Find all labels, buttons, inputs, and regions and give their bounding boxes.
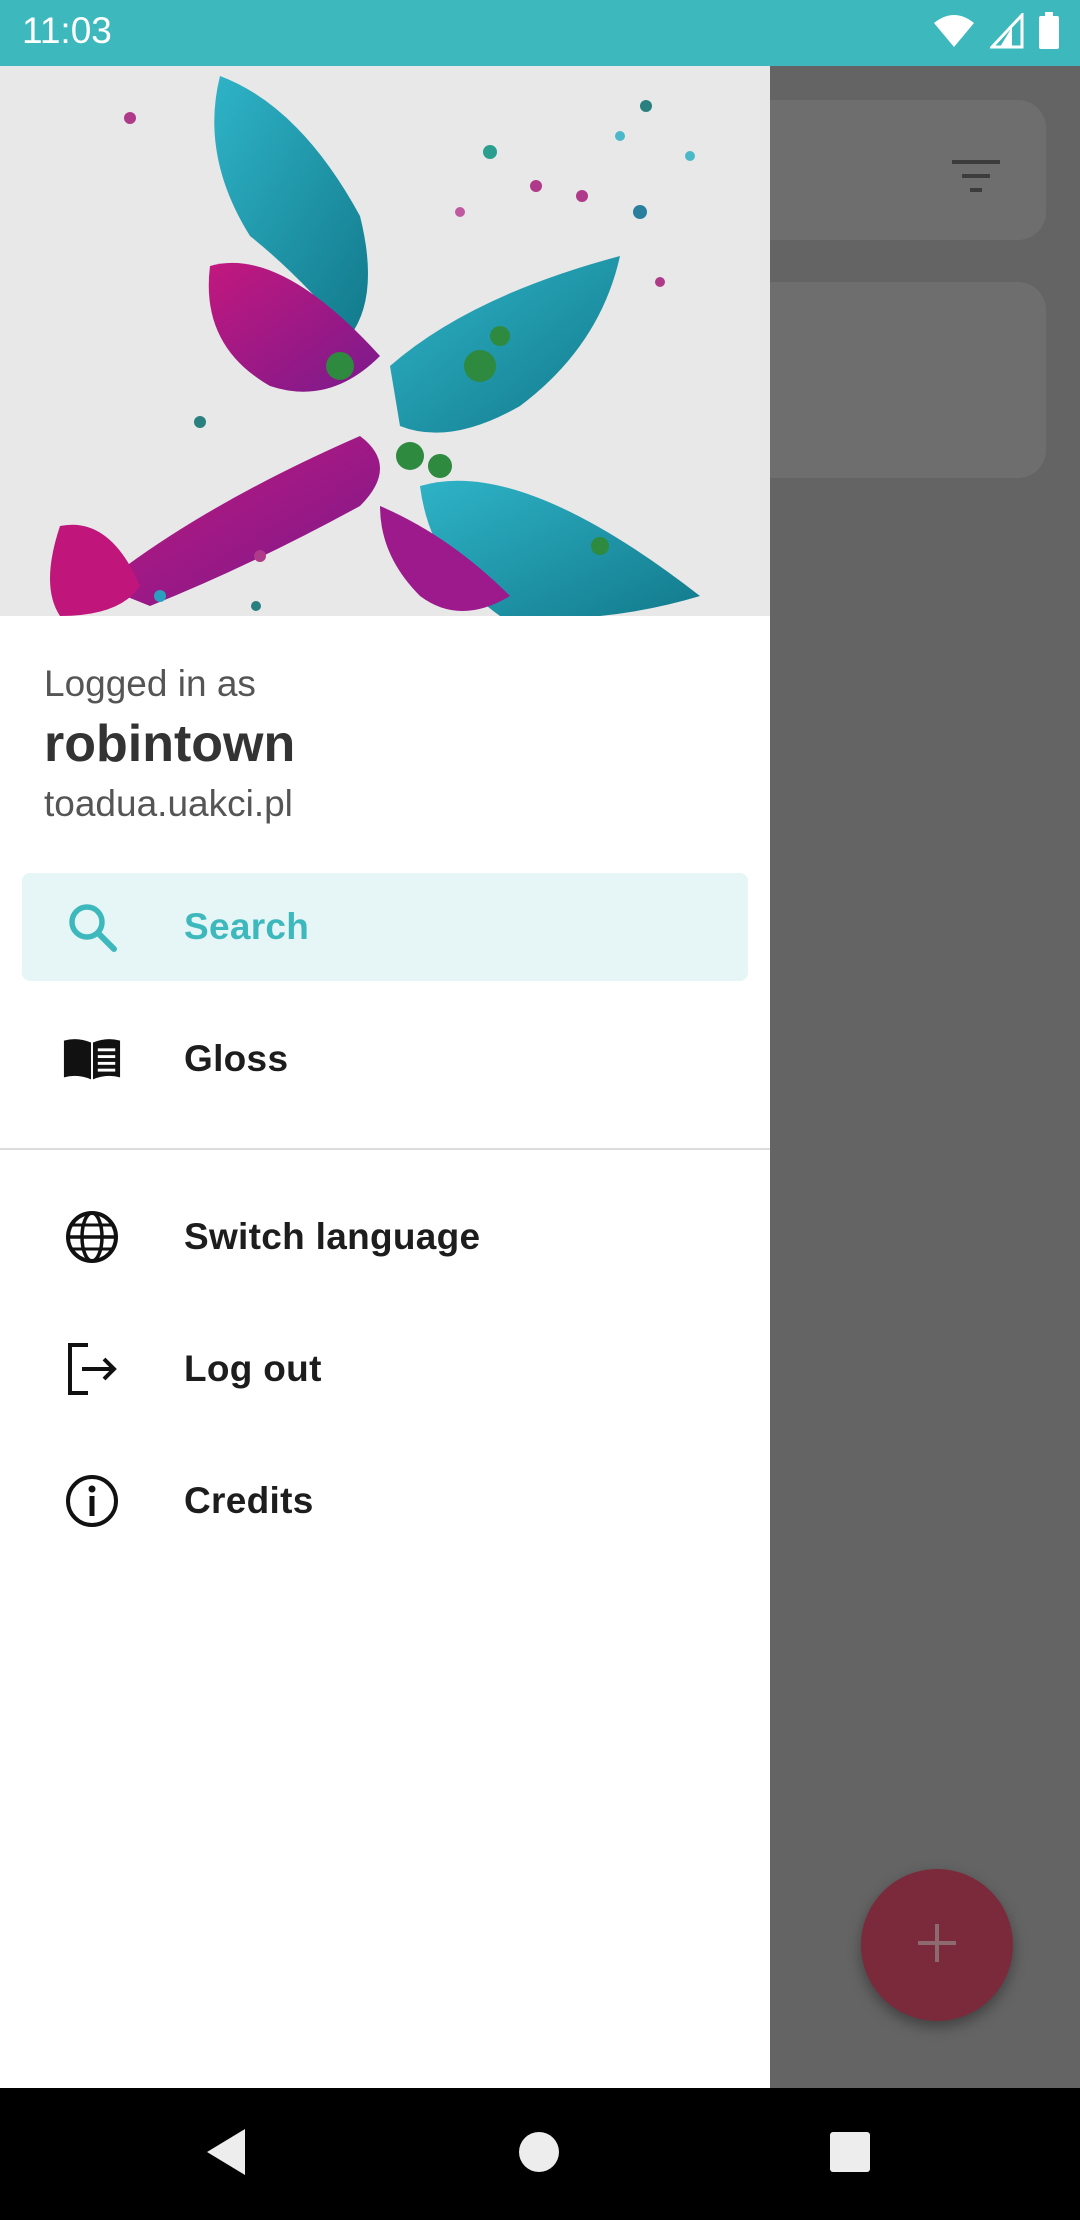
nav-item-label: Switch language — [184, 1216, 481, 1257]
nav-item-label: Gloss — [184, 1038, 289, 1079]
system-navigation-bar — [0, 2088, 1080, 2220]
nav-item-credits[interactable]: Credits — [22, 1447, 748, 1555]
drawer-header-image — [0, 66, 770, 616]
nav-item-search[interactable]: Search — [22, 873, 748, 981]
back-button[interactable] — [196, 2124, 256, 2184]
filter-icon — [950, 156, 1002, 196]
home-button[interactable] — [509, 2124, 569, 2184]
nav-item-label: Log out — [184, 1348, 322, 1389]
globe-icon — [62, 1207, 122, 1267]
back-icon — [203, 2127, 249, 2182]
nav-item-log-out[interactable]: Log out — [22, 1315, 748, 1423]
divider — [0, 1148, 770, 1150]
status-icons — [932, 10, 1060, 55]
recents-icon — [829, 2131, 871, 2178]
home-icon — [517, 2130, 561, 2179]
search-icon — [62, 897, 122, 957]
username: robintown — [44, 715, 296, 773]
cell-signal-icon — [988, 10, 1024, 54]
status-time: 11:03 — [22, 10, 112, 51]
wifi-icon — [932, 13, 976, 54]
plus-icon — [916, 1922, 958, 1969]
book-icon — [62, 1029, 122, 1089]
recents-button[interactable] — [820, 2124, 880, 2184]
account-info: Logged in as robintown toadua.uakci.pl — [44, 662, 295, 826]
navigation-drawer: Logged in as robintown toadua.uakci.pl S… — [0, 66, 770, 2088]
battery-icon — [1038, 11, 1060, 55]
logout-icon — [62, 1339, 122, 1399]
server-address: toadua.uakci.pl — [44, 783, 293, 824]
logged-in-label: Logged in as — [44, 663, 256, 704]
nav-item-switch-language[interactable]: Switch language — [22, 1183, 748, 1291]
info-icon — [62, 1471, 122, 1531]
nav-item-label: Search — [184, 906, 310, 947]
status-bar: 11:03 — [0, 0, 1080, 66]
nav-item-label: Credits — [184, 1480, 314, 1521]
nav-item-gloss[interactable]: Gloss — [22, 1005, 748, 1113]
add-entry-button[interactable] — [861, 1869, 1013, 2021]
